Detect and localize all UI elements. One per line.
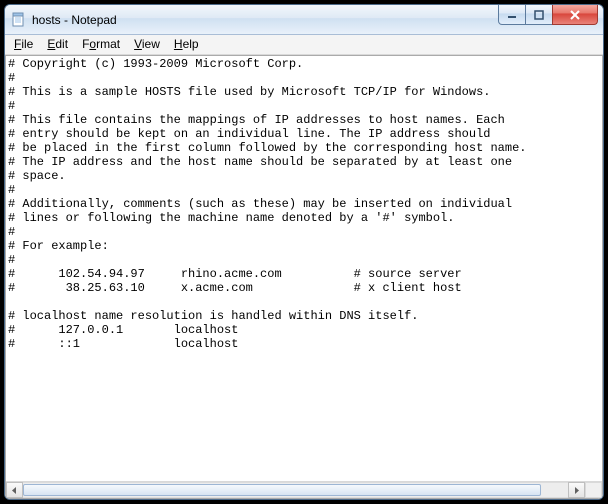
minimize-button[interactable] [498, 5, 526, 25]
menu-view[interactable]: View [127, 36, 167, 53]
notepad-icon [11, 12, 27, 28]
menu-edit[interactable]: Edit [40, 36, 75, 53]
menu-bar: File Edit Format View Help [5, 35, 603, 55]
scroll-corner [585, 482, 602, 498]
text-editor[interactable]: # Copyright (c) 1993-2009 Microsoft Corp… [6, 56, 602, 481]
notepad-window: hosts - Notepad File Edit Format View He… [4, 4, 604, 500]
client-area: # Copyright (c) 1993-2009 Microsoft Corp… [5, 55, 603, 499]
menu-format[interactable]: Format [75, 36, 127, 53]
window-controls [499, 5, 603, 34]
scroll-left-button[interactable] [6, 482, 23, 498]
close-button[interactable] [552, 5, 598, 25]
scroll-right-button[interactable] [568, 482, 585, 498]
menu-file[interactable]: File [7, 36, 40, 53]
menu-help[interactable]: Help [167, 36, 206, 53]
window-title: hosts - Notepad [32, 13, 117, 27]
title-bar[interactable]: hosts - Notepad [5, 5, 603, 35]
horizontal-scrollbar[interactable] [6, 481, 602, 498]
scroll-track[interactable] [23, 482, 568, 498]
scroll-thumb[interactable] [23, 484, 541, 496]
maximize-button[interactable] [525, 5, 553, 25]
